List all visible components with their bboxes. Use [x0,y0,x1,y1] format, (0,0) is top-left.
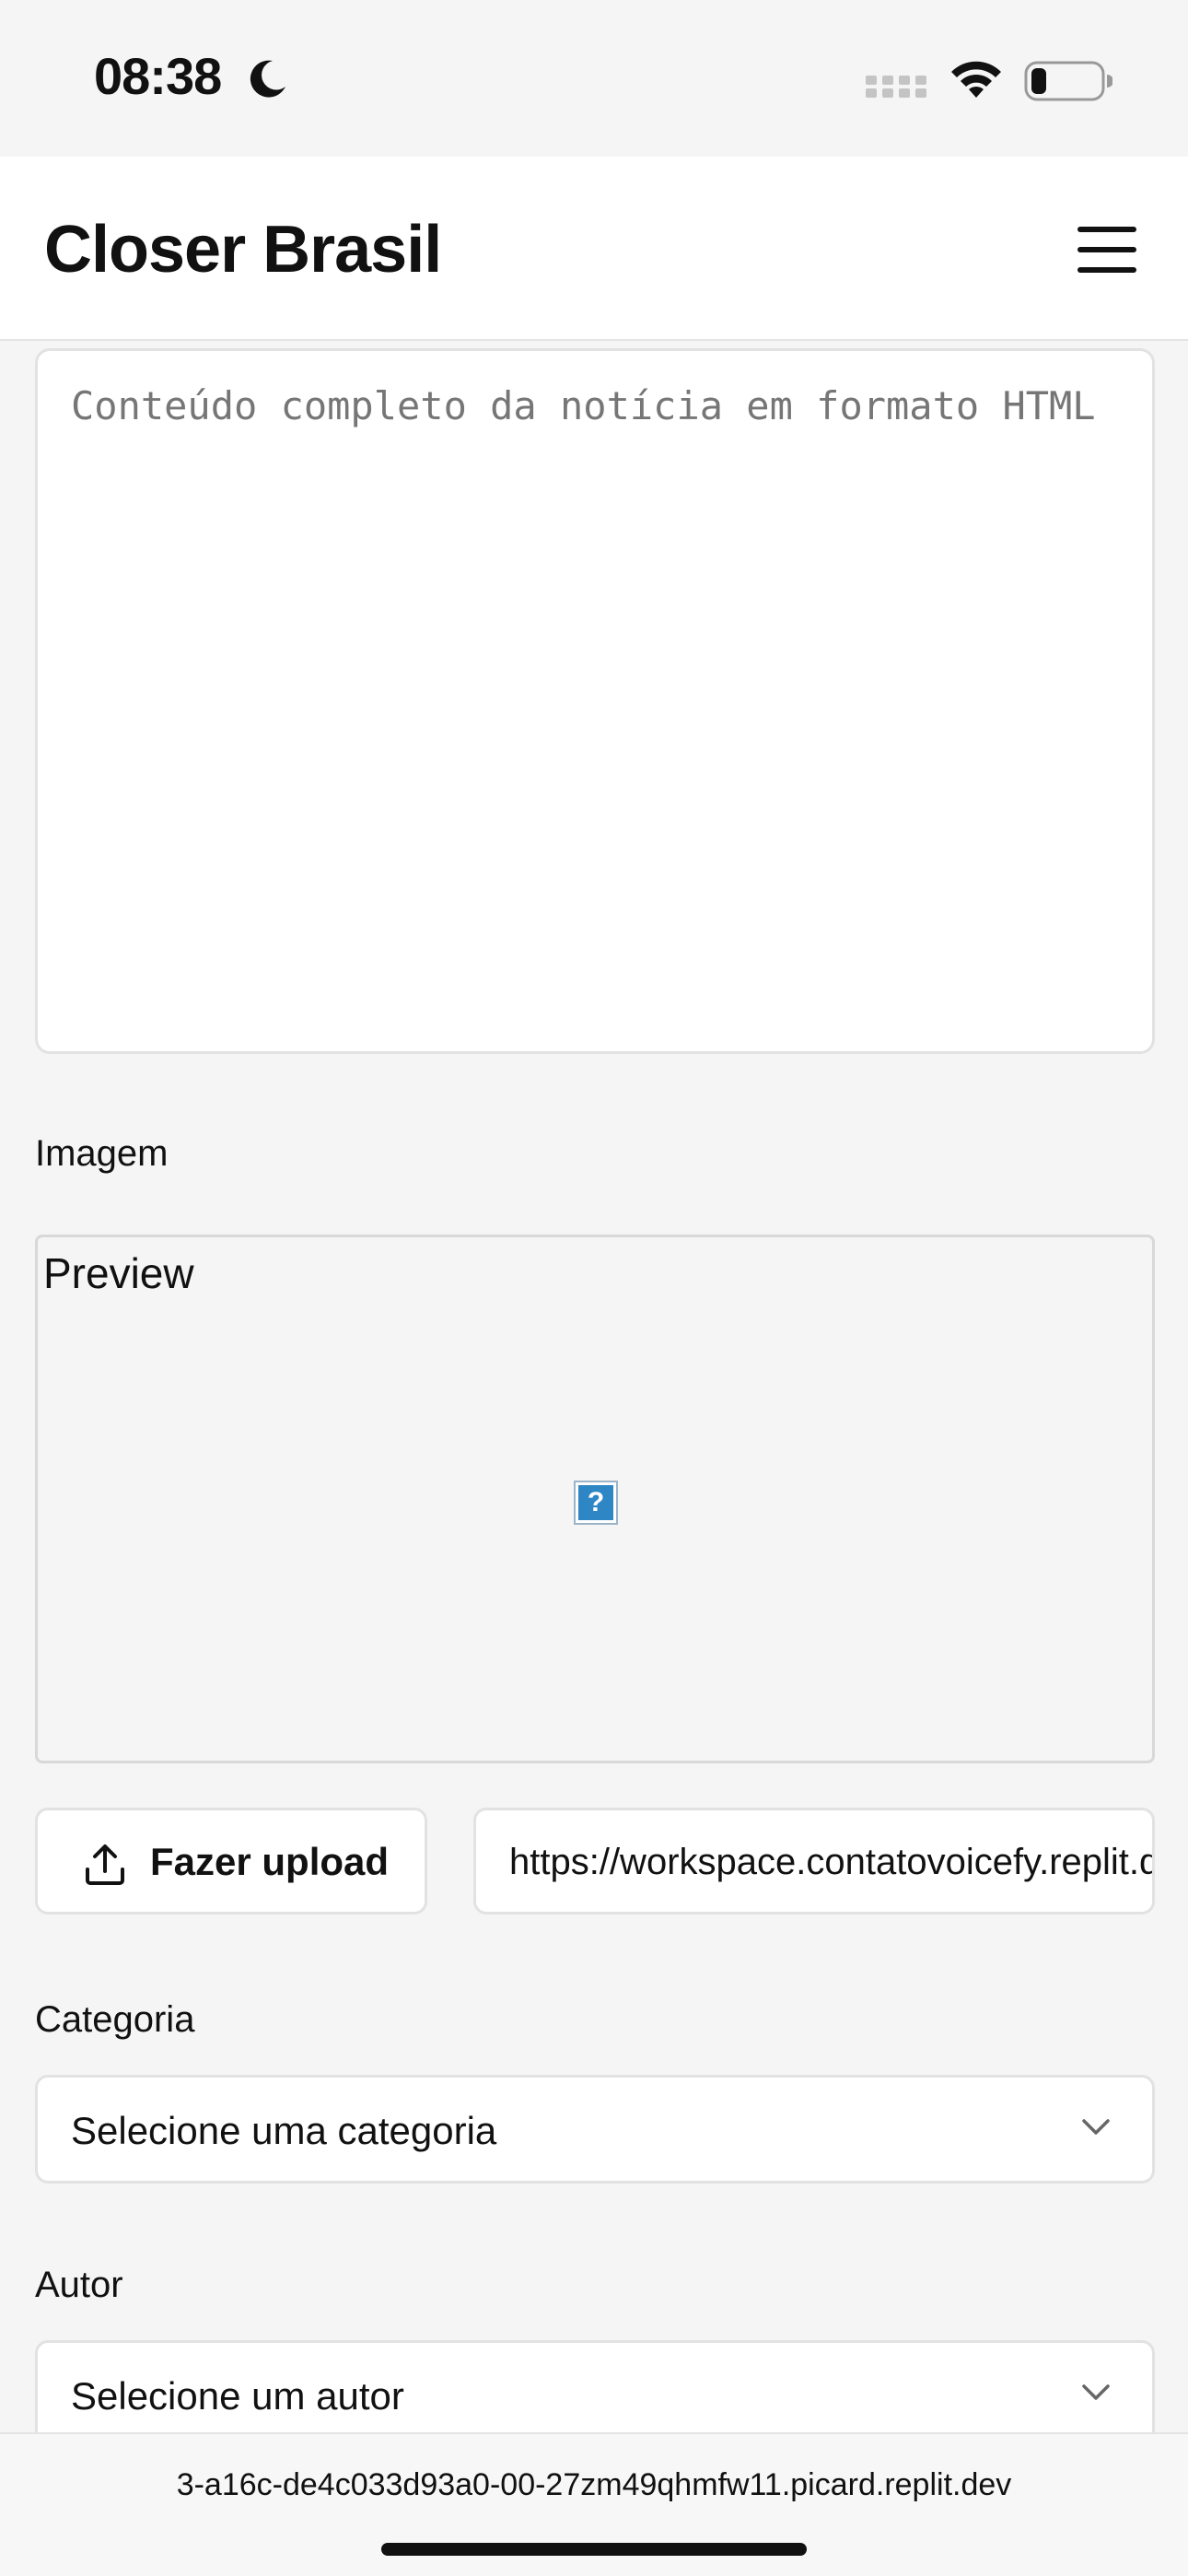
battery-icon [1024,61,1112,101]
browser-url[interactable]: 3-a16c-de4c033d93a0-00-27zm49qhmfw11.pic… [0,2467,1188,2503]
status-bar: 08:38 [0,0,1188,157]
status-time: 08:38 [94,47,222,105]
category-select[interactable]: Selecione uma categoria [35,2075,1155,2184]
preview-label: Preview [43,1249,194,1297]
browser-bottom-bar: 3-a16c-de4c033d93a0-00-27zm49qhmfw11.pic… [0,2432,1188,2576]
app-title[interactable]: Closer Brasil [44,212,442,287]
content-textarea[interactable]: Conteúdo completo da notícia em formato … [35,348,1155,1054]
moon-icon [250,60,285,98]
author-label: Autor [35,2265,123,2305]
cellular-signal-icon [866,76,926,98]
hamburger-menu-icon[interactable] [1077,227,1136,275]
image-url-value: https://workspace.contatovoicefy.replit.… [509,1842,1155,1882]
image-preview: Preview ? [35,1235,1155,1763]
author-select-value: Selecione um autor [71,2374,404,2418]
upload-button-label: Fazer upload [150,1840,390,1883]
category-label: Categoria [35,1999,195,2040]
image-url-input[interactable]: https://workspace.contatovoicefy.replit.… [473,1808,1155,1914]
home-indicator[interactable] [381,2543,807,2556]
category-select-value: Selecione uma categoria [71,2109,497,2152]
image-label: Imagem [35,1133,169,1174]
broken-image-icon: ? [574,1481,618,1525]
app-header: Closer Brasil [0,157,1188,341]
chevron-down-icon [1082,2119,1110,2135]
upload-icon [86,1844,124,1885]
upload-button[interactable]: Fazer upload [35,1808,427,1914]
chevron-down-icon [1082,2384,1110,2400]
wifi-icon [951,61,1001,98]
